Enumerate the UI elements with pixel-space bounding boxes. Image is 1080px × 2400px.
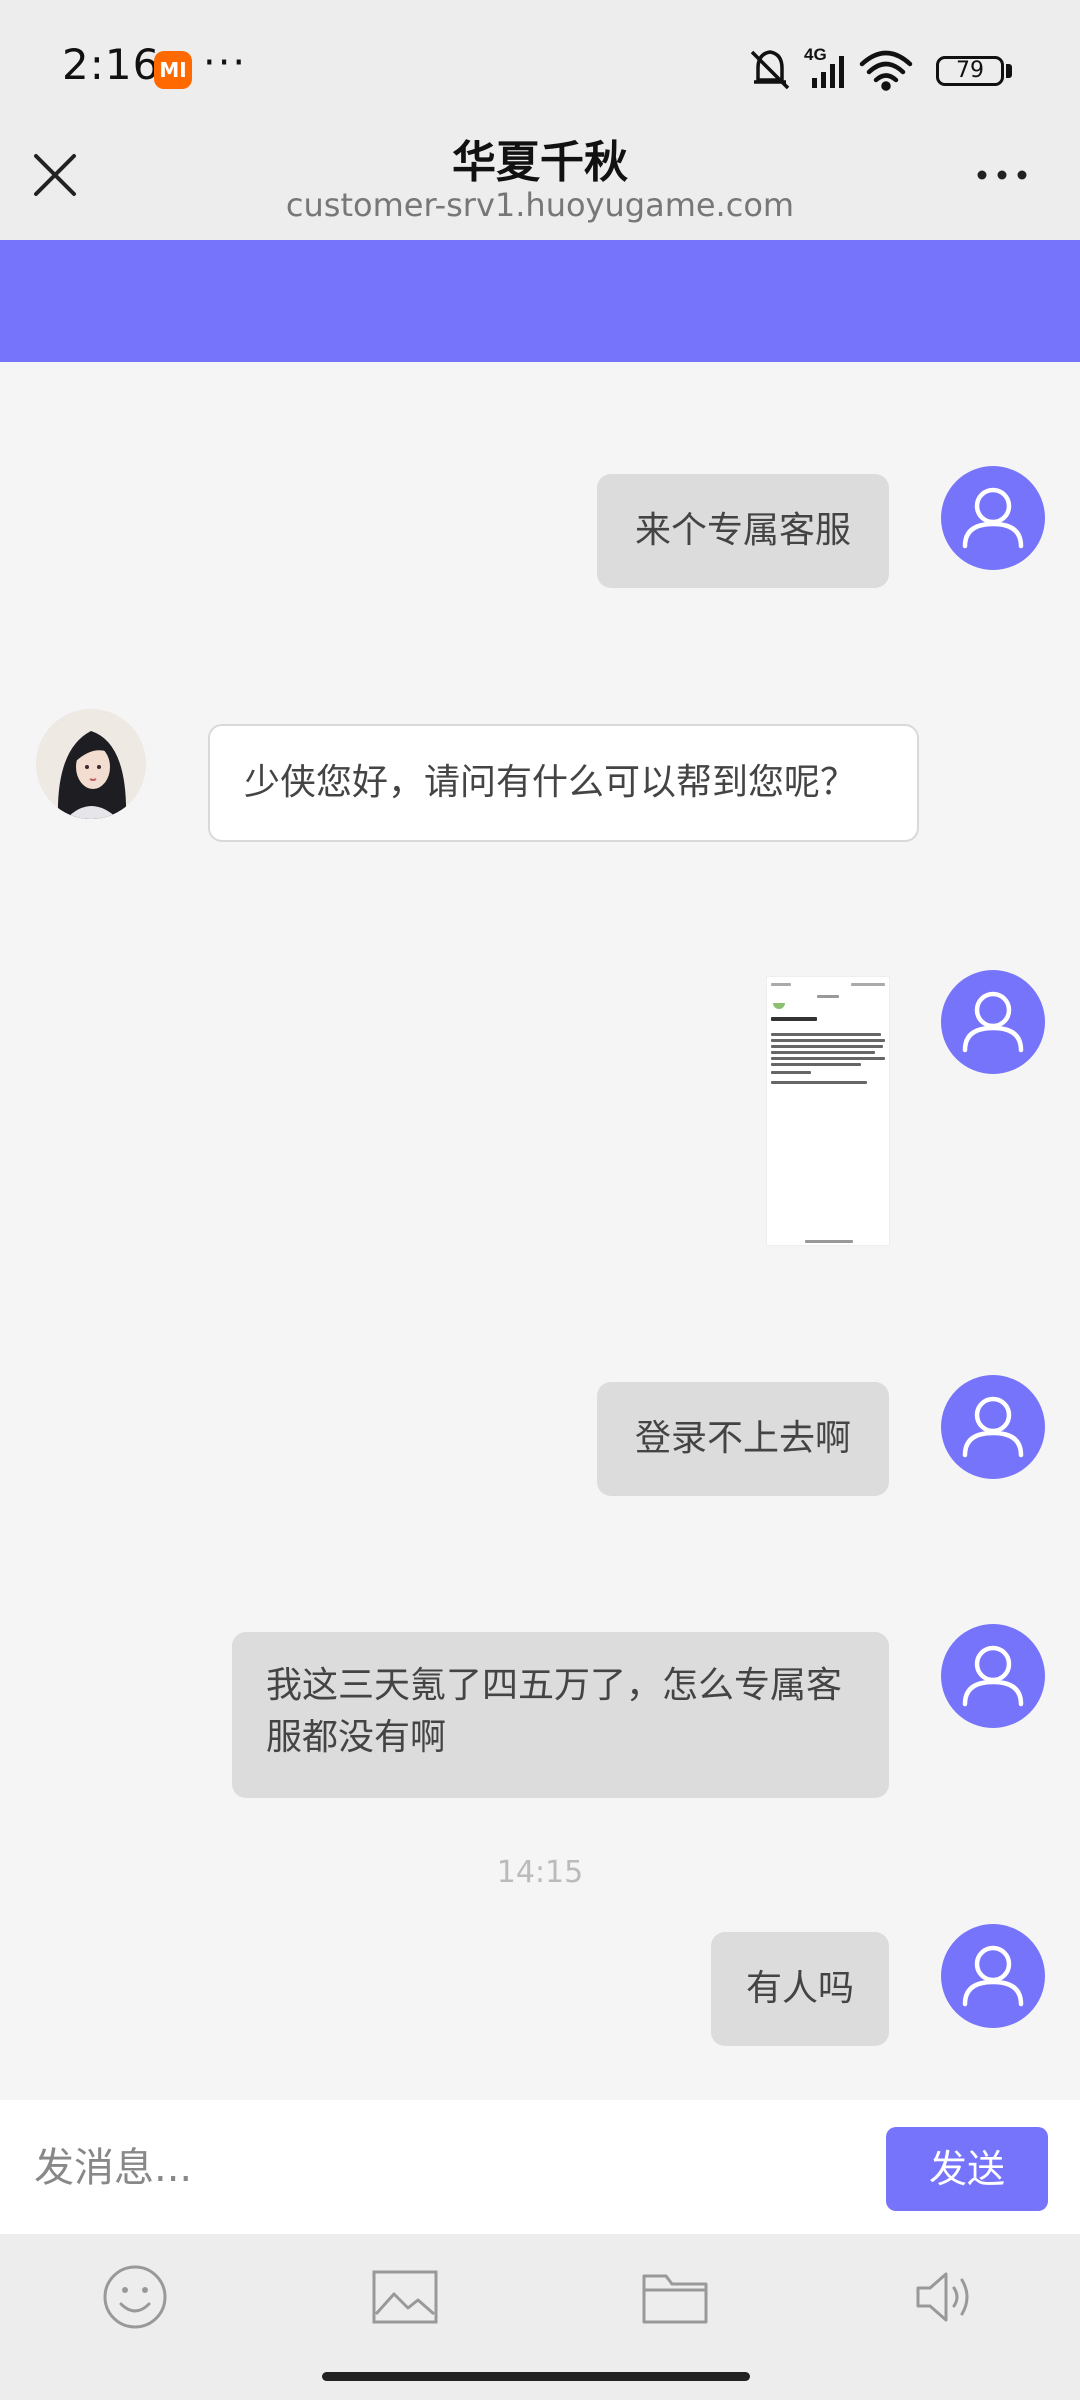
image-icon[interactable] (370, 2262, 440, 2332)
folder-icon[interactable] (640, 2262, 710, 2332)
wifi-icon (859, 50, 913, 91)
agent-message-bubble: 少侠您好，请问有什么可以帮到您呢？ (208, 724, 919, 842)
silent-icon (750, 50, 790, 90)
message-text: 有人吗 (745, 1968, 854, 2009)
timestamp: 14:15 (496, 1855, 584, 1890)
user-message-bubble: 有人吗 (711, 1932, 889, 2046)
mi-app-icon: MI (154, 51, 192, 89)
battery-tip (1006, 64, 1012, 78)
message-text: 少侠您好，请问有什么可以帮到您呢？ (244, 762, 857, 803)
agent-avatar (36, 709, 146, 819)
message-input[interactable] (32, 2130, 856, 2206)
signal-4g-icon: 4G (804, 45, 844, 88)
status-time: 2:16 (62, 40, 161, 89)
page-url: customer-srv1.huoyugame.com (285, 186, 795, 224)
user-message-bubble: 我这三天氪了四五万了，怎么专属客服都没有啊 (232, 1632, 889, 1798)
user-message-bubble: 来个专属客服 (597, 474, 889, 588)
send-button[interactable]: 发送 (886, 2127, 1048, 2211)
banner (0, 240, 1080, 362)
voice-icon[interactable] (910, 2262, 980, 2332)
message-text: 我这三天氪了四五万了，怎么专属客服都没有啊 (266, 1665, 843, 1758)
home-indicator[interactable] (322, 2372, 750, 2381)
page-title: 华夏千秋 (452, 137, 628, 188)
emoji-icon[interactable] (100, 2262, 170, 2332)
user-avatar-icon (941, 1924, 1045, 2028)
user-avatar-icon (941, 466, 1045, 570)
svg-text:4G: 4G (804, 45, 827, 64)
more-options-icon[interactable] (972, 160, 1032, 190)
user-message-bubble: 登录不上去啊 (597, 1382, 889, 1496)
user-avatar-icon (941, 970, 1045, 1074)
user-avatar-icon (941, 1624, 1045, 1728)
user-avatar-icon (941, 1375, 1045, 1479)
message-text: 登录不上去啊 (634, 1418, 851, 1459)
message-text: 来个专属客服 (634, 510, 851, 551)
battery-icon: 79 (936, 56, 1004, 86)
more-notifications-icon: ··· (203, 40, 248, 86)
image-message[interactable] (766, 976, 890, 1246)
